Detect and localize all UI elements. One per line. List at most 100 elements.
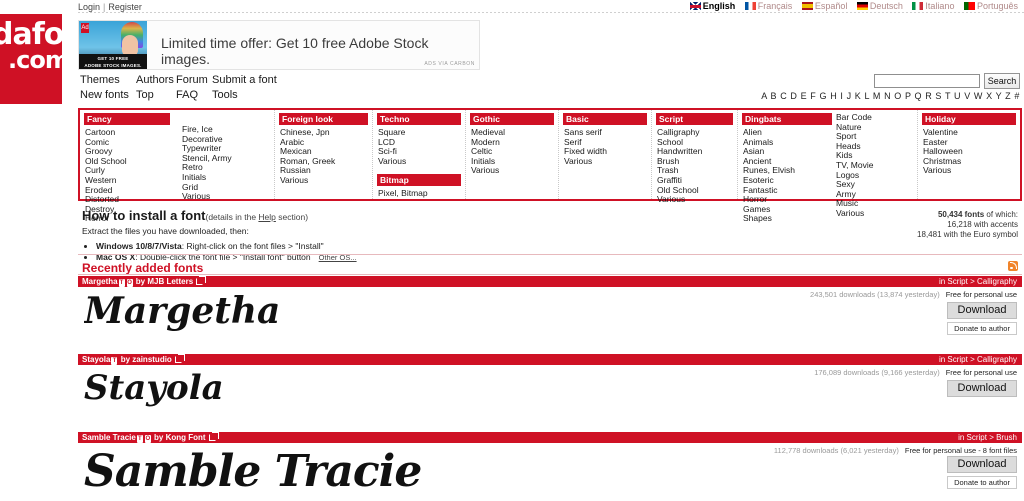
category-column-holiday: Holiday Valentine Easter Halloween Chris…: [918, 110, 1020, 199]
cat-dingbats-animals[interactable]: Animals: [743, 137, 917, 148]
category-items-dingbats-2: Bar Code Nature Sport Heads Kids TV, Mov…: [835, 112, 873, 219]
language-deutsch[interactable]: Deutsch: [856, 1, 903, 11]
font-name[interactable]: Stayola: [82, 355, 110, 364]
download-button[interactable]: Download: [947, 302, 1017, 319]
font-author[interactable]: by MJB Letters: [136, 277, 193, 286]
font-preview-text: Samble Tracie: [84, 446, 422, 497]
font-name[interactable]: Margetha: [82, 277, 118, 286]
language-english[interactable]: English: [689, 1, 736, 11]
recently-added-title: Recently added fonts: [82, 261, 204, 275]
cat-fancy-various[interactable]: Various: [182, 192, 232, 202]
category-column-dingbats: Dingbats Alien Animals Asian Ancient Run…: [738, 110, 918, 223]
search-field-wrapper[interactable]: [874, 74, 980, 88]
how-to-install-title: How to install a font: [82, 208, 206, 223]
external-link-icon[interactable]: [174, 354, 185, 363]
search-input[interactable]: [875, 75, 979, 88]
language-portugues[interactable]: Português: [963, 1, 1018, 11]
font-category[interactable]: in Script > Calligraphy: [939, 354, 1017, 365]
language-italiano[interactable]: Italiano: [912, 1, 954, 11]
category-heading-bitmap[interactable]: Bitmap: [377, 174, 461, 187]
category-heading-holiday[interactable]: Holiday: [922, 113, 1016, 125]
font-category[interactable]: in Script > Brush: [958, 432, 1017, 443]
donate-button[interactable]: Donate to author: [947, 322, 1017, 335]
ad-banner[interactable]: Ad GET 10 FREE ADOBE STOCK IMAGES. Limit…: [78, 20, 480, 70]
nav-item-themes[interactable]: Themes: [80, 74, 120, 86]
font-entry: Margetha T O by MJB Letters in Script > Ca…: [78, 276, 1022, 354]
cat-bitmap-pixel-bitmap[interactable]: Pixel, Bitmap: [378, 189, 465, 199]
font-meta: 176,089 downloads (9,166 yesterday) Free …: [814, 368, 1017, 377]
alphabet-index[interactable]: A B C D E F G H I J K L M N O P Q R S T …: [761, 91, 1020, 101]
font-category[interactable]: in Script > Calligraphy: [939, 276, 1017, 287]
search-button[interactable]: Search: [984, 73, 1020, 89]
category-column-script: Script Calligraphy School Handwritten Br…: [652, 110, 738, 204]
help-link[interactable]: Help: [258, 212, 275, 222]
language-english-label: English: [702, 1, 736, 11]
cat-fancy-old-school[interactable]: Old School: [85, 156, 274, 167]
flag-de-icon: [856, 2, 868, 10]
subtitle-prefix: (details in the: [205, 212, 259, 222]
install-steps-list: Windows 10/8/7/Vista: Right-click on the…: [82, 241, 357, 263]
nav-row-2: New fonts Top FAQ Tools: [80, 89, 400, 104]
font-preview-text: Stayola: [84, 368, 224, 408]
font-count-accents: 16,218 with accents: [947, 220, 1018, 229]
extract-instruction: Extract the files you have downloaded, t…: [82, 226, 249, 236]
rss-icon[interactable]: [1008, 261, 1018, 271]
link-separator: |: [103, 2, 106, 12]
nav-item-forum[interactable]: Forum: [176, 74, 208, 86]
top-bar: Login | Register English Français Español …: [0, 0, 1024, 13]
category-heading-dingbats[interactable]: Dingbats: [742, 113, 832, 125]
main-nav: Themes Authors Forum Submit a font New f…: [80, 74, 400, 104]
cat-dingbats-various[interactable]: Various: [836, 208, 873, 219]
category-heading-techno[interactable]: Techno: [377, 113, 461, 125]
category-column-foreign-look: Foreign look Chinese, Jpn Arabic Mexican…: [275, 110, 373, 199]
cat-techno-various[interactable]: Various: [378, 156, 465, 167]
cat-fancy-western[interactable]: Western: [85, 175, 274, 186]
cat-fancy-comic[interactable]: Comic: [85, 137, 274, 148]
cat-holiday-various[interactable]: Various: [923, 166, 1020, 176]
cat-fancy-cartoon[interactable]: Cartoon: [85, 127, 274, 138]
category-heading-script[interactable]: Script: [656, 113, 733, 125]
category-heading-foreign-look[interactable]: Foreign look: [279, 113, 368, 125]
nav-item-submit-a-font[interactable]: Submit a font: [212, 74, 277, 86]
category-items-fancy-2: Fire, Ice Decorative Typewriter Stencil,…: [181, 124, 232, 202]
font-entry: Stayola T by zainstudio in Script > Calli…: [78, 354, 1022, 432]
font-author[interactable]: by zainstudio: [121, 355, 172, 364]
nav-row-1: Themes Authors Forum Submit a font: [80, 74, 400, 89]
nav-item-tools[interactable]: Tools: [212, 89, 238, 101]
cat-script-various[interactable]: Various: [657, 195, 737, 205]
ad-attribution[interactable]: ADS VIA CARBON: [424, 61, 475, 67]
install-step-windows-text: : Right-click on the font files > "Insta…: [181, 241, 324, 251]
category-heading-fancy[interactable]: Fancy: [84, 113, 170, 125]
cat-basic-various[interactable]: Various: [564, 156, 651, 167]
cat-dingbats-fantastic[interactable]: Fantastic: [743, 185, 917, 196]
font-preview-text: Margetha: [84, 290, 281, 332]
category-heading-gothic[interactable]: Gothic: [470, 113, 554, 125]
donate-button[interactable]: Donate to author: [947, 476, 1017, 489]
font-license: Free for personal use - 8 font files: [904, 446, 1017, 455]
language-selector: English Français Español Deutsch Italian…: [683, 1, 1018, 11]
download-button[interactable]: Download: [947, 380, 1017, 397]
login-link[interactable]: Login: [78, 2, 100, 12]
cat-foreign-various[interactable]: Various: [280, 175, 372, 186]
nav-item-faq[interactable]: FAQ: [176, 89, 198, 101]
font-name[interactable]: Samble Tracie: [82, 433, 136, 442]
nav-item-authors[interactable]: Authors: [136, 74, 174, 86]
nav-item-new-fonts[interactable]: New fonts: [80, 89, 129, 101]
font-license: Free for personal use: [945, 368, 1017, 377]
flag-pt-icon: [963, 2, 975, 10]
font-downloads: 243,501 downloads (13,874 yesterday): [810, 290, 940, 299]
flag-es-icon: [801, 2, 813, 10]
register-link[interactable]: Register: [108, 2, 142, 12]
category-heading-basic[interactable]: Basic: [563, 113, 647, 125]
nav-item-top[interactable]: Top: [136, 89, 154, 101]
cat-gothic-various[interactable]: Various: [471, 166, 558, 176]
language-espanol[interactable]: Español: [801, 1, 847, 11]
site-logo[interactable]: dafont .com: [0, 14, 62, 104]
external-link-icon[interactable]: [208, 432, 219, 441]
language-francais[interactable]: Français: [744, 1, 792, 11]
external-link-icon[interactable]: [196, 276, 207, 285]
cat-dingbats-shapes[interactable]: Shapes: [743, 214, 917, 224]
download-button[interactable]: Download: [947, 456, 1017, 473]
header-divider: [78, 12, 1024, 13]
font-author[interactable]: by Kong Font: [154, 433, 206, 442]
